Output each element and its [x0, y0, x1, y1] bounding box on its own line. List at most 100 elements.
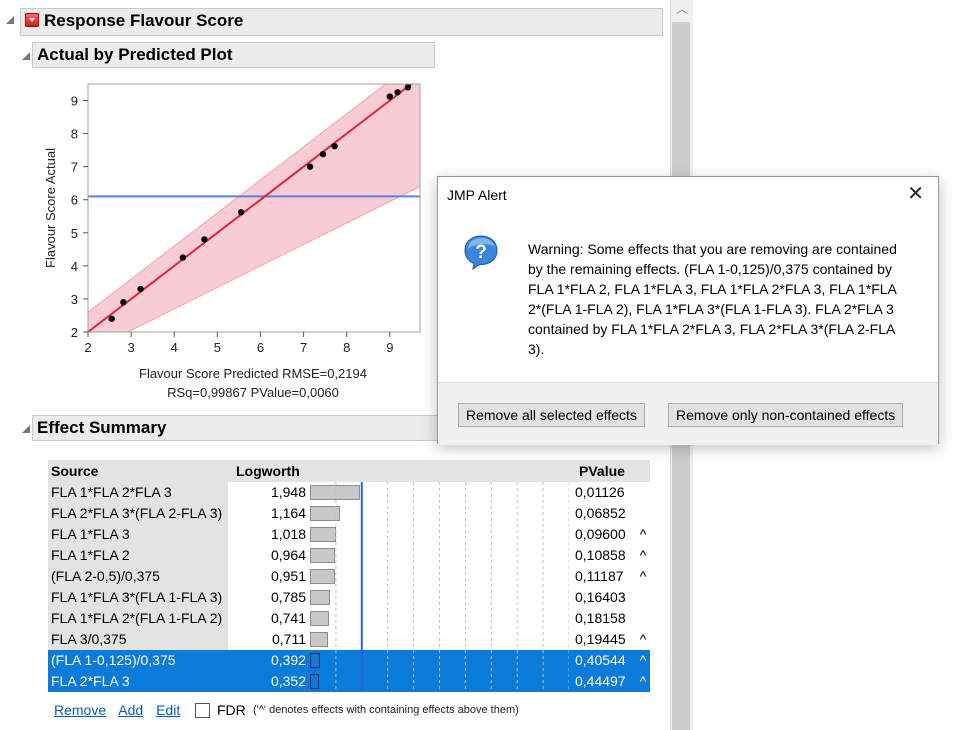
data-point	[394, 89, 401, 96]
logworth-cell: 0,951	[270, 568, 306, 584]
data-point	[137, 285, 144, 293]
effect-summary-title: Effect Summary	[37, 418, 167, 437]
data-point	[331, 142, 338, 150]
source-cell: FLA 1*FLA 2	[48, 545, 228, 566]
data-point	[237, 209, 245, 216]
remove-all-selected-button[interactable]: Remove all selected effects	[458, 403, 645, 427]
edit-link[interactable]: Edit	[156, 702, 180, 718]
data-point	[120, 299, 127, 306]
pvalue-cell: 0,18158	[575, 610, 626, 626]
y-tick-label: 3	[71, 292, 78, 307]
x-axis-label: Flavour Score Predicted RMSE=0,2194	[139, 366, 367, 381]
pvalue-cell: 0,01126	[575, 484, 625, 500]
y-tick-label: 7	[71, 160, 78, 175]
collapse-triangle-icon[interactable]	[22, 425, 30, 433]
logworth-cell: 0,392	[270, 652, 306, 668]
y-tick-label: 5	[71, 226, 78, 241]
source-cell: FLA 2*FLA 3*(FLA 2-FLA 3)	[48, 503, 228, 524]
data-point	[108, 315, 115, 322]
containment-caret: ^	[639, 568, 647, 584]
y-tick-label: 2	[71, 325, 78, 340]
column-header-pvalue: PValue	[579, 463, 625, 479]
question-icon: ?	[464, 235, 498, 271]
source-cell: FLA 3/0,375	[48, 629, 228, 650]
stats-line: RSq=0,99867 PValue=0,0060	[167, 385, 339, 400]
pvalue-cell: 0,19445	[575, 631, 626, 647]
x-tick-label: 8	[343, 340, 350, 355]
dialog-title: JMP Alert	[447, 187, 507, 203]
source-cell: FLA 1*FLA 3	[48, 524, 228, 545]
close-icon[interactable]: ✕	[907, 184, 924, 204]
x-tick-label: 3	[127, 340, 134, 355]
actual-by-predicted-header[interactable]: Actual by Predicted Plot	[32, 42, 435, 68]
remove-link[interactable]: Remove	[54, 702, 106, 718]
logworth-grid	[335, 482, 569, 692]
x-tick-label: 9	[386, 340, 393, 355]
containment-caret: ^	[639, 526, 647, 542]
containing-effects-note: ('^' denotes effects with containing eff…	[253, 704, 519, 716]
table-header: Source Logworth PValue	[48, 460, 650, 482]
y-axis-label: Flavour Score Actual	[43, 148, 58, 268]
logworth-cell: 0,352	[270, 673, 306, 689]
containment-caret: ^	[639, 652, 647, 668]
containment-caret	[636, 587, 650, 608]
pvalue-cell: 0,16403	[575, 589, 626, 605]
y-tick-label: 8	[71, 127, 78, 142]
effect-summary-header[interactable]: Effect Summary	[32, 415, 442, 441]
effect-actions: Remove Add Edit	[54, 702, 189, 718]
logworth-cell: 0,711	[272, 631, 306, 647]
actual-by-predicted-plot: 2 3 4 5 6 7 8 9 2 3 4 5 6 7 8 9 Flavour Score Predicted…	[43, 83, 421, 400]
containment-caret	[636, 608, 650, 629]
data-point	[319, 150, 327, 158]
data-point	[386, 93, 394, 100]
collapse-triangle-icon[interactable]	[22, 52, 30, 60]
red-triangle-menu-icon[interactable]	[25, 12, 39, 27]
remove-non-contained-button[interactable]: Remove only non-contained effects	[668, 403, 904, 427]
actual-by-predicted-title: Actual by Predicted Plot	[37, 45, 233, 64]
scroll-up-arrow-icon[interactable]: ︿	[676, 2, 688, 16]
source-cell: FLA 1*FLA 2*FLA 3	[48, 482, 228, 503]
column-header-logworth: Logworth	[236, 463, 300, 479]
column-header-source: Source	[51, 463, 99, 479]
containment-caret: ^	[639, 631, 647, 647]
x-tick-label: 6	[257, 340, 264, 355]
source-cell: (FLA 2-0,5)/0,375	[48, 566, 228, 587]
y-tick-label: 6	[71, 193, 78, 208]
svg-text:?: ?	[475, 242, 487, 263]
containment-caret	[636, 482, 650, 503]
x-tick-label: 7	[300, 340, 307, 355]
x-tick-label: 4	[171, 340, 178, 355]
response-outline-header[interactable]: Response Flavour Score	[20, 8, 663, 36]
logworth-cell: 1,018	[270, 526, 306, 542]
logworth-cell: 0,964	[270, 547, 306, 563]
dialog-message: Warning: Some effects that you are remov…	[528, 241, 897, 357]
dialog-footer: Remove all selected effects Remove only …	[438, 382, 938, 445]
source-cell: FLA 1*FLA 2*(FLA 1-FLA 2)	[48, 608, 228, 629]
containment-caret: ^	[639, 673, 647, 689]
logworth-cell: 0,741	[270, 610, 306, 626]
collapse-triangle-icon[interactable]	[6, 16, 14, 24]
y-tick-label: 9	[71, 94, 78, 109]
containment-caret: ^	[639, 547, 647, 563]
pvalue-cell: 0,44497	[575, 673, 626, 689]
fdr-checkbox[interactable]	[195, 703, 210, 718]
logworth-cell: 0,785	[270, 589, 306, 605]
source-cell: FLA 1*FLA 3*(FLA 1-FLA 3)	[48, 587, 228, 608]
x-tick-label: 5	[214, 340, 221, 355]
containment-caret	[636, 503, 650, 524]
pvalue-cell: 0,06852	[575, 505, 626, 521]
logworth-cell: 1,164	[270, 505, 306, 521]
pvalue-cell: 0,10858	[575, 547, 626, 563]
data-point	[179, 254, 187, 261]
jmp-alert-dialog: JMP Alert ✕ ? Warning: Some effects that…	[437, 176, 939, 445]
add-link[interactable]: Add	[118, 702, 143, 718]
x-tick-label: 2	[84, 340, 91, 355]
response-title: Response Flavour Score	[44, 11, 244, 30]
pvalue-cell: 0,40544	[575, 652, 626, 668]
source-cell: FLA 2*FLA 3	[48, 671, 228, 692]
source-cell: (FLA 1-0,125)/0,375	[48, 650, 228, 671]
pvalue-cell: 0,09600	[575, 526, 626, 542]
y-tick-label: 4	[71, 259, 78, 274]
pvalue-cell: 0,11187	[575, 568, 624, 584]
logworth-cell: 1,948	[270, 484, 306, 500]
